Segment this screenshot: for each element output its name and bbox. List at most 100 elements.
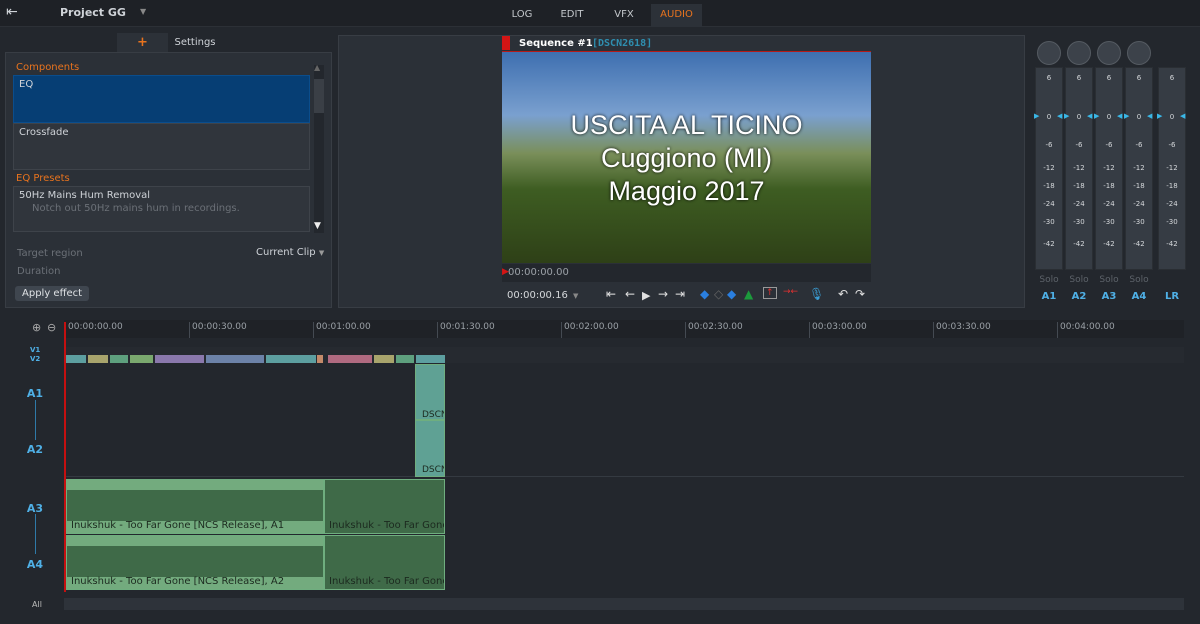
track-a2[interactable]: A2 [20,443,50,456]
duration-label: Duration [17,266,61,277]
step-forward-icon[interactable]: → [658,287,668,301]
solo-button[interactable]: Solo [1125,275,1153,285]
redo-icon[interactable]: ↷ [855,287,865,301]
solo-button[interactable]: Solo [1095,275,1123,285]
zoom-out-icon[interactable]: ⊖ [47,321,56,334]
video-clip[interactable] [206,355,264,363]
scrub-bar[interactable]: ▶ 00:00:00.00 [502,264,871,282]
fader-handle-icon[interactable]: ◀ [1057,112,1062,120]
video-clip[interactable] [328,355,372,363]
video-clip[interactable] [317,355,323,363]
pan-knob[interactable] [1067,41,1091,65]
tab-log[interactable]: LOG [503,4,541,27]
fader-handle-icon[interactable]: ◀ [1180,112,1185,120]
exit-icon[interactable]: ⇤ [6,4,18,20]
pan-knob[interactable] [1127,41,1151,65]
clip-name: [DSCN2618] [592,38,653,49]
zoom-in-icon[interactable]: ⊕ [32,321,41,334]
fader-handle-icon[interactable]: ▶ [1064,112,1069,120]
add-effect-tab[interactable]: + [117,33,168,53]
apply-effect-button[interactable]: Apply effect [15,286,90,301]
video-clip[interactable] [110,355,128,363]
overlay-line-1: USCITA AL TICINO [570,110,803,140]
fader-handle-icon[interactable]: ◀ [1147,112,1152,120]
fader-strip[interactable]: 6 0 -6 -12 -18 -24 -30 -42 ▶ ◀ [1034,67,1063,270]
pan-knob[interactable] [1037,41,1061,65]
db-mark: -6 [1105,141,1113,149]
tab-edit[interactable]: EDIT [553,4,591,27]
fader-handle-icon[interactable]: ▶ [1124,112,1129,120]
fader-handle-icon[interactable]: ▶ [1094,112,1099,120]
scroll-down-icon[interactable]: ▼ [314,221,321,231]
project-dropdown-icon[interactable]: ▼ [140,7,146,16]
video-clip[interactable] [396,355,414,363]
fader-handle-icon[interactable]: ▶ [1157,112,1162,120]
db-mark: 6 [1136,74,1142,82]
tab-vfx[interactable]: VFX [605,4,643,27]
component-eq[interactable]: EQ [13,75,310,123]
lift-icon[interactable]: ↑ [763,287,777,299]
video-audio-clip-a1[interactable]: DSCN [415,364,445,420]
fader-handle-icon[interactable]: ▶ [1034,112,1039,120]
video-clip[interactable] [374,355,394,363]
solo-button[interactable]: Solo [1065,275,1093,285]
timecode-dropdown-icon[interactable]: ▼ [573,292,578,300]
settings-tab[interactable]: Settings [170,33,220,53]
scrollbar-thumb[interactable] [314,79,324,113]
fader-strip[interactable]: 6 0 -6 -12 -18 -24 -30 -42 ▶ ◀ [1124,67,1153,270]
tab-audio[interactable]: AUDIO [651,4,702,27]
audio-clip-a4-2[interactable]: Inukshuk - Too Far Gone [ [324,535,445,590]
channel-label: A3 [1101,291,1117,302]
go-to-start-icon[interactable]: ⇤ [606,287,616,301]
preset-hum-removal[interactable]: 50Hz Mains Hum Removal Notch out 50Hz ma… [13,186,310,232]
component-crossfade[interactable]: Crossfade [13,123,310,170]
scroll-up-icon[interactable]: ▲ [314,63,320,72]
pan-knob[interactable] [1097,41,1121,65]
fader-strip[interactable]: 6 0 -6 -12 -18 -24 -30 -42 ▶ ◀ [1157,67,1186,270]
scrollbar[interactable] [314,65,324,233]
target-region-select[interactable]: Current Clip ▼ [256,247,324,258]
video-clip[interactable] [66,355,86,363]
track-a4[interactable]: A4 [20,558,50,571]
cue-icon[interactable]: ▲ [744,287,753,301]
db-mark: -42 [1166,240,1178,248]
solo-button[interactable]: Solo [1035,275,1063,285]
db-mark: -12 [1133,164,1145,172]
timecode[interactable]: 00:00:00.16 [507,290,568,301]
go-to-end-icon[interactable]: ⇥ [675,287,685,301]
timeline-scrollbar[interactable] [64,598,1184,610]
video-clip[interactable] [266,355,316,363]
video-track-headers[interactable]: V1 V2 [30,346,40,364]
fader-strip[interactable]: 6 0 -6 -12 -18 -24 -30 -42 ▶ ◀ [1064,67,1093,270]
mark-in-icon[interactable]: ◆ [700,287,709,301]
track-v1[interactable]: V1 [30,346,40,355]
video-audio-clip-a2[interactable]: DSCN [415,420,445,477]
video-clip[interactable] [416,355,445,363]
play-icon[interactable]: ▶ [642,289,650,302]
microphone-icon[interactable]: 🎙 [809,287,824,301]
video-clip[interactable] [88,355,108,363]
fader-strip[interactable]: 6 0 -6 -12 -18 -24 -30 -42 ▶ ◀ [1094,67,1123,270]
clip-label: DSCN [422,410,444,420]
clear-marks-icon[interactable]: ◇ [714,287,723,301]
step-back-icon[interactable]: ← [625,287,635,301]
track-all[interactable]: All [32,600,42,609]
waveform [67,480,323,490]
video-clip[interactable] [130,355,153,363]
track-a1[interactable]: A1 [20,387,50,400]
db-mark: -12 [1166,164,1178,172]
playhead[interactable] [64,322,66,592]
clip-label: Inukshuk - Too Far Gone [ [329,520,445,531]
track-v2[interactable]: V2 [30,355,40,364]
video-clip[interactable] [155,355,204,363]
undo-icon[interactable]: ↶ [838,287,848,301]
fader-handle-icon[interactable]: ◀ [1117,112,1122,120]
channel-label: A2 [1071,291,1087,302]
fader-handle-icon[interactable]: ◀ [1087,112,1092,120]
audio-clip-a3-2[interactable]: Inukshuk - Too Far Gone [ [324,479,445,534]
extract-icon[interactable]: →← [783,287,798,297]
audio-clip-a4-1[interactable]: Inukshuk - Too Far Gone [NCS Release], A… [66,535,324,590]
audio-clip-a3-1[interactable]: Inukshuk - Too Far Gone [NCS Release], A… [66,479,324,534]
video-frame[interactable]: USCITA AL TICINO Cuggiono (MI) Maggio 20… [502,52,871,263]
mark-out-icon[interactable]: ◆ [727,287,736,301]
